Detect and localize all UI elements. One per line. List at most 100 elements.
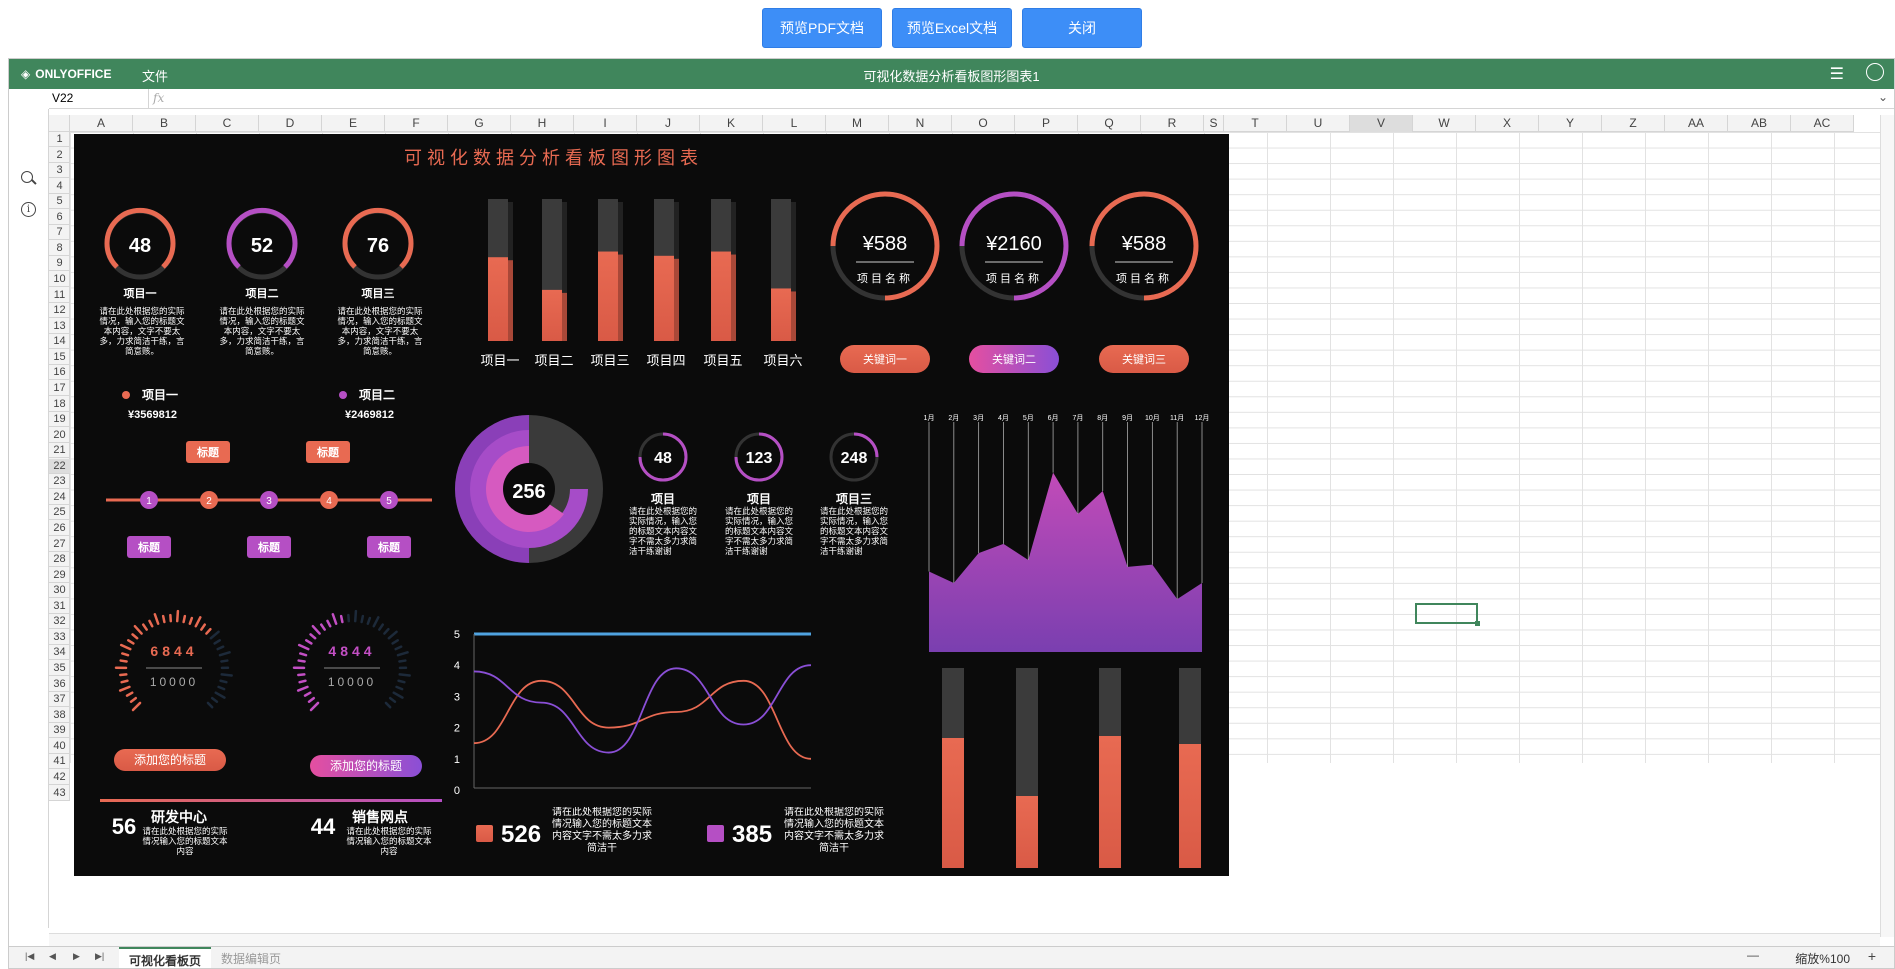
last-sheet-icon[interactable]: ▶| [95,951,104,962]
prev-sheet-icon[interactable]: ◀ [49,951,56,962]
stat-number: 385 [732,821,772,848]
gauge-tick [161,614,166,624]
fx-icon[interactable]: fx [153,91,164,105]
y-tick-label: 1 [454,754,460,766]
formula-bar: V22 fx ⌄ [49,89,1894,109]
first-sheet-icon[interactable]: |◀ [25,951,34,962]
area-month-label: 10月 [1145,414,1160,422]
bar-fill-side [618,254,623,341]
gauge-tick [297,673,306,677]
hamburger-menu-icon[interactable]: ☰ [1830,64,1844,84]
selected-cell[interactable] [1415,603,1480,626]
stat-385: 385 请在此处根据您的实际情况输入您的标题文本内容文字不需太多力求简洁干 [707,807,884,854]
info-icon[interactable]: i [21,202,36,217]
column-header-m: M [826,115,889,132]
column-header-ac: AC [1791,115,1854,132]
bar-fill-side [508,260,513,341]
gauge-tick [392,691,404,699]
dashboard-canvas: 可视化数据分析看板图形图表 48 项目一 52 项目二 76 项目三 请在此处根… [99,148,1210,868]
dashboard-image: 可视化数据分析看板图形图表 48 项目一 52 项目二 76 项目三 请在此处根… [74,134,1229,876]
zoom-in-button[interactable]: + [1868,948,1876,964]
area-month-label: 11月 [1170,414,1184,422]
gauge-tick [210,696,219,703]
area-month-label: 3月 [973,414,984,422]
row-header-6: 6 [49,210,70,225]
row-header-39: 39 [49,723,70,739]
price-value: ¥588 [1121,233,1167,255]
bar-fill [711,251,731,341]
small-ring-desc: 请在此处根据您的实际情况，输入您的标题文本内容文字不需太多力求简洁干练谢谢 [725,506,794,556]
close-button[interactable]: 关闭 [1022,8,1142,48]
column-header-q: Q [1078,115,1141,132]
small-ring-3: 248 项目三 请在此处根据您的实际情况，输入您的标题文本内容文字不需太多力求简… [820,432,888,556]
column-header-u: U [1287,115,1350,132]
gauge-tick [119,673,128,677]
small-ring-label: 项目 [747,492,771,506]
search-icon[interactable] [21,171,33,183]
column-header-y: Y [1539,115,1602,132]
horizontal-scrollbar[interactable] [49,933,1880,947]
gauge-tick [216,645,225,651]
user-icon[interactable] [1866,63,1884,81]
gauge-tick [213,639,221,645]
small-ring-desc: 请在此处根据您的实际情况，输入您的标题文本内容文字不需太多力求简洁干练谢谢 [629,506,698,556]
row-header-15: 15 [49,350,70,365]
column-header-j: J [637,115,700,132]
gauge-tick [383,627,390,635]
row-header-5: 5 [49,194,70,210]
timeline-node: 5 [386,496,392,507]
gauge-tick [141,623,148,631]
sheet-tab-dashboard[interactable]: 可视化看板页 [119,947,212,968]
preview-excel-button[interactable]: 预览Excel文档 [892,8,1012,48]
price-label: 项目名称 [1116,271,1172,285]
gauge-tick [339,614,344,624]
price-circle-1: ¥588 项目名称 关键词一 [830,191,940,373]
next-sheet-icon[interactable]: ▶ [73,951,80,962]
preview-pdf-button[interactable]: 预览PDF文档 [762,8,882,48]
vertical-scrollbar[interactable] [1880,115,1894,937]
row-header-36: 36 [49,677,70,692]
row-header-18: 18 [49,397,70,412]
stat-number: 526 [501,821,541,848]
timeline-tag: 标题 [137,540,161,554]
gauge-tick [206,701,214,709]
area-month-label: 12月 [1195,414,1210,422]
bar-fill [1016,796,1038,868]
ring-desc: 请在此处根据您的实际情况，输入您的标题文本内容，文字不要太多，力求简洁干练，言简… [337,306,423,356]
column-header-e: E [322,115,385,132]
row-header-25: 25 [49,505,70,521]
price-value: ¥2160 [985,233,1042,255]
cell-reference-box[interactable]: V22 [49,89,149,108]
column-header-g: G [448,115,511,132]
column-header-s: S [1204,115,1224,132]
stat-desc: 请在此处根据您的实际情况输入您的标题文本内容 [346,826,432,856]
row-header-10: 10 [49,272,70,288]
column-header-l: L [763,115,826,132]
gauge-tick [388,696,397,703]
price-value: ¥588 [862,233,908,255]
ring-value: 52 [251,235,273,257]
row-header-38: 38 [49,708,70,723]
gauge-tick [298,679,307,684]
bar-category-label: 项目四 [646,353,685,368]
timeline: 标题 标题 1 2 3 4 5 标题 标题 标题 [106,441,432,558]
gauge-tick [303,691,312,697]
gauge-tick [394,645,403,651]
small-ring-value: 48 [654,450,672,467]
column-header-a: A [70,115,133,132]
sheet-tab-data[interactable]: 数据编辑页 [211,947,291,968]
keyword-pill: 关键词二 [992,352,1036,366]
zoom-out-button[interactable]: — [1747,948,1759,962]
column-header-r: R [1141,115,1204,132]
gauge-tick [220,673,233,677]
gauge-tick [319,623,326,631]
stat-title: 研发中心 [151,809,207,825]
gauge-tick [391,639,399,645]
y-tick-label: 2 [454,723,460,735]
small-ring-value: 248 [841,450,868,467]
ring-desc: 请在此处根据您的实际情况，输入您的标题文本内容，文字不要太多，力求简洁干练，言简… [219,306,305,356]
expand-formula-icon[interactable]: ⌄ [1878,90,1888,104]
stat-sales-points: 44 销售网点 请在此处根据您的实际情况输入您的标题文本内容 [311,809,432,856]
gauge-tick [133,624,143,635]
gauge-tick [397,679,406,684]
